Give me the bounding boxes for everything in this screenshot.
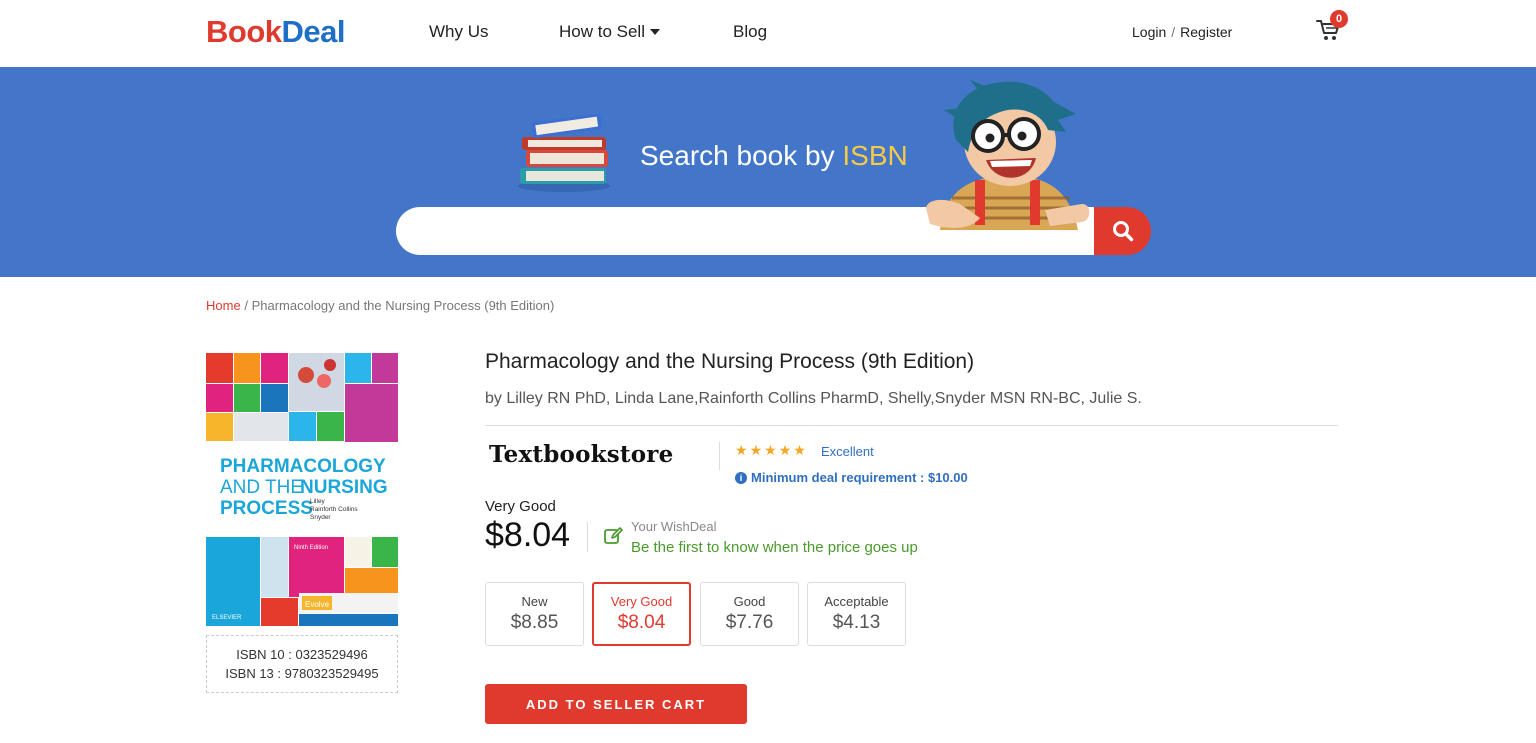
condition-option-new[interactable]: New $8.85 [485, 582, 584, 646]
condition-option-very-good[interactable]: Very Good $8.04 [592, 582, 691, 646]
cover-author-1: Lilley [310, 498, 326, 505]
condition-option-acceptable[interactable]: Acceptable $4.13 [807, 582, 906, 646]
condition-price: $8.85 [510, 612, 559, 633]
logo-text-ook: ook [227, 14, 282, 49]
isbn-info-box: ISBN 10 : 0323529496 ISBN 13 : 978032352… [206, 635, 398, 693]
search-icon [1112, 221, 1133, 242]
seller-divider [719, 442, 720, 470]
cover-title-line1: PHARMACOLOGY [220, 456, 386, 477]
nav-why-us-label: Why Us [429, 22, 489, 41]
minimum-deal-requirement: i Minimum deal requirement : $10.00 [735, 470, 968, 485]
selected-condition-label: Very Good [485, 498, 556, 515]
login-separator: / [1171, 24, 1176, 40]
cover-author-3: Snyder [310, 514, 331, 521]
nav-blog-label: Blog [733, 22, 768, 41]
register-link[interactable]: Register [1180, 24, 1232, 40]
condition-option-good[interactable]: Good $7.76 [700, 582, 799, 646]
seller-rating-stars: ★ ★ ★ ★ ★ [735, 443, 806, 457]
cart-count-badge: 0 [1330, 10, 1348, 28]
breadcrumb-home-link[interactable]: Home [206, 298, 241, 313]
add-to-seller-cart-button[interactable]: ADD TO SELLER CART [485, 684, 747, 724]
login-register: Login / Register [1132, 24, 1232, 40]
wishdeal-title: Your WishDeal [631, 519, 717, 534]
nav-why-us[interactable]: Why Us [429, 22, 489, 42]
info-icon: i [735, 471, 747, 484]
nav-how-to-sell-label: How to Sell [559, 22, 645, 41]
caret-down-icon [649, 29, 660, 35]
cover-publisher: ELSEVIER [212, 615, 242, 621]
price-divider [587, 522, 588, 552]
star-icon: ★ [778, 442, 792, 458]
condition-price: $4.13 [832, 612, 881, 633]
breadcrumb: Home / Pharmacology and the Nursing Proc… [206, 298, 554, 313]
condition-name: Acceptable [824, 594, 889, 609]
isbn-13: ISBN 13 : 9780323529495 [225, 666, 379, 681]
selected-price: $8.04 [485, 516, 571, 554]
seller-logo[interactable]: Textbookstore [489, 441, 673, 468]
cover-title-line2b: NURSING [300, 477, 388, 498]
condition-price: $8.04 [617, 612, 666, 633]
book-authors: by Lilley RN PhD, Linda Lane,Rainforth C… [485, 390, 1142, 407]
book-cover-image: PHARMACOLOGY AND THE NURSING PROCESS Lil… [206, 353, 398, 626]
breadcrumb-separator: / [244, 298, 248, 313]
bookdeal-logo[interactable]: Book Deal [206, 14, 346, 49]
search-button[interactable] [1094, 207, 1151, 255]
cover-title-line3: PROCESS [220, 498, 313, 519]
cover-author-2: Rainforth Collins [310, 506, 358, 513]
mascot-character-illustration [920, 80, 1095, 245]
logo-letter-b: B [206, 14, 228, 49]
cover-title-line2a: AND THE [220, 477, 303, 498]
book-stack-illustration [516, 110, 616, 199]
star-icon: ★ [764, 442, 777, 458]
logo-text-deal: Deal [281, 14, 346, 49]
seller-rating-text: Excellent [821, 444, 874, 459]
book-title: Pharmacology and the Nursing Process (9t… [485, 350, 975, 373]
minimum-deal-text: Minimum deal requirement : $10.00 [751, 470, 968, 485]
condition-name: Very Good [610, 594, 673, 609]
condition-name: New [521, 594, 548, 609]
banner-title-isbn: ISBN [842, 140, 908, 171]
cover-edition: Ninth Edition [294, 545, 328, 551]
banner-title-text: Search book by [640, 140, 835, 171]
details-divider [485, 425, 1338, 426]
star-icon: ★ [735, 442, 748, 458]
wishdeal-link[interactable]: Be the first to know when the price goes… [631, 539, 918, 556]
nav-blog[interactable]: Blog [733, 22, 767, 42]
cover-evolve: Evolve [305, 600, 330, 609]
breadcrumb-current: Pharmacology and the Nursing Process (9t… [251, 298, 555, 313]
banner-title: Search book by ISBN [640, 140, 908, 172]
nav-how-to-sell[interactable]: How to Sell [559, 22, 660, 42]
site-header: Book Deal Why Us How to Sell Blog Login /… [0, 0, 1536, 67]
star-icon: ★ [749, 442, 763, 458]
edit-icon[interactable] [604, 527, 624, 550]
condition-name: Good [733, 594, 766, 609]
condition-price: $7.76 [725, 612, 774, 633]
isbn-10: ISBN 10 : 0323529496 [236, 647, 368, 662]
login-link[interactable]: Login [1132, 24, 1166, 40]
star-icon: ★ [793, 442, 806, 458]
